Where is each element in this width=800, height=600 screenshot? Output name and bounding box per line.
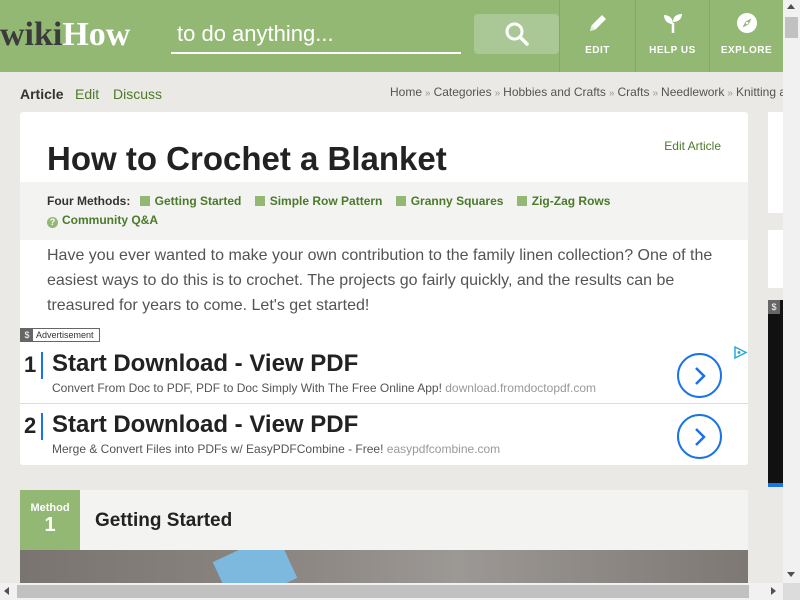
horizontal-scrollbar[interactable] xyxy=(0,583,783,600)
question-mark-icon: ? xyxy=(47,217,58,228)
logo-how: How xyxy=(62,16,131,53)
dollar-icon: $ xyxy=(21,329,33,341)
scroll-down-arrow-icon[interactable] xyxy=(787,572,795,577)
sprout-icon xyxy=(663,14,682,33)
square-bullet-icon xyxy=(254,196,265,206)
breadcrumb-separator: » xyxy=(652,88,659,99)
method-link-label: Getting Started xyxy=(154,194,242,208)
methods-label: Four Methods: xyxy=(47,194,131,208)
method-link-simple-row-pattern[interactable]: Simple Row Pattern xyxy=(254,194,383,208)
square-bullet-icon xyxy=(516,196,527,206)
ad-item[interactable]: 2 Start Download - View PDF Merge & Conv… xyxy=(20,405,748,465)
edit-button-label: EDIT xyxy=(585,45,610,56)
ad-item[interactable]: 1 Start Download - View PDF Convert From… xyxy=(20,344,748,404)
ad-number: 2 xyxy=(24,413,37,438)
article-card: How to Crochet a Blanket Edit Article Fo… xyxy=(20,112,748,465)
method-link-getting-started[interactable]: Getting Started xyxy=(139,194,242,208)
tab-article[interactable]: Article xyxy=(20,86,64,102)
edit-article-link[interactable]: Edit Article xyxy=(664,139,721,153)
method-link-zig-zag-rows[interactable]: Zig-Zag Rows xyxy=(516,194,611,208)
ad-domain: download.fromdoctopdf.com xyxy=(445,381,596,395)
method-link-label: Simple Row Pattern xyxy=(269,194,383,208)
sidebar-ad[interactable] xyxy=(768,300,783,487)
wikihow-logo[interactable]: wikiHow xyxy=(0,15,130,55)
search-icon xyxy=(505,22,529,46)
square-bullet-icon xyxy=(139,196,150,206)
breadcrumb-separator: » xyxy=(608,88,615,99)
ad-description-text: Merge & Convert Files into PDFs w/ EasyP… xyxy=(52,442,384,456)
search-input[interactable] xyxy=(171,16,461,54)
sidebar-ad-accent xyxy=(768,483,783,487)
method-badge: Method 1 xyxy=(20,490,80,550)
ad-arrow-button[interactable] xyxy=(677,353,722,398)
ad-title[interactable]: Start Download - View PDF xyxy=(52,350,358,378)
ad-number: 1 xyxy=(24,352,37,377)
scroll-left-arrow-icon[interactable] xyxy=(4,587,9,595)
ad-arrow-button[interactable] xyxy=(677,414,722,459)
article-intro: Have you ever wanted to make your own co… xyxy=(47,247,713,314)
method-link-label: Zig-Zag Rows xyxy=(531,194,611,208)
square-bullet-icon xyxy=(395,196,406,206)
help-us-button[interactable]: HELP US xyxy=(635,0,709,72)
ad-description-text: Convert From Doc to PDF, PDF to Doc Simp… xyxy=(52,381,442,395)
chevron-right-icon xyxy=(694,366,706,385)
advertisement-text: Advertisement xyxy=(36,330,94,340)
breadcrumb-home[interactable]: Home xyxy=(390,85,422,99)
article-title: How to Crochet a Blanket xyxy=(47,140,447,177)
horizontal-scroll-thumb[interactable] xyxy=(17,585,749,598)
method-word: Method xyxy=(30,502,70,514)
edit-button[interactable]: EDIT xyxy=(559,0,635,72)
breadcrumb-needlework[interactable]: Needlework xyxy=(661,85,724,99)
breadcrumb-separator: » xyxy=(727,88,733,99)
ad-divider xyxy=(41,352,43,379)
breadcrumb-categories[interactable]: Categories xyxy=(434,85,492,99)
vertical-scrollbar[interactable] xyxy=(783,0,800,583)
sidebar-box xyxy=(768,112,783,213)
explore-button[interactable]: EXPLORE xyxy=(709,0,783,72)
method-link-label: Granny Squares xyxy=(410,194,504,208)
chevron-right-icon xyxy=(694,427,706,446)
ad-divider xyxy=(41,413,43,440)
explore-button-label: EXPLORE xyxy=(720,45,773,56)
breadcrumb-hobbies-and-crafts[interactable]: Hobbies and Crafts xyxy=(503,85,606,99)
ad-description: Convert From Doc to PDF, PDF to Doc Simp… xyxy=(52,381,596,395)
logo-wiki: wiki xyxy=(0,16,63,53)
community-qa-link[interactable]: ? Community Q&A xyxy=(47,213,158,228)
scroll-right-arrow-icon[interactable] xyxy=(771,587,776,595)
vertical-scroll-thumb[interactable] xyxy=(785,17,798,38)
method-section-header: Method 1 Getting Started xyxy=(20,490,748,550)
site-header: wikiHow EDIT HELP US xyxy=(0,0,783,72)
help-us-button-label: HELP US xyxy=(649,45,696,56)
breadcrumb-separator: » xyxy=(425,88,431,99)
measuring-tape-image xyxy=(212,550,298,583)
breadcrumb-crafts[interactable]: Crafts xyxy=(617,85,649,99)
search-button[interactable] xyxy=(474,14,559,54)
scroll-up-arrow-icon[interactable] xyxy=(787,4,795,9)
scrollbar-corner xyxy=(783,583,800,600)
methods-toc: Four Methods: Getting Started Simple Row… xyxy=(20,182,748,240)
method-step-image xyxy=(20,550,748,583)
sidebar-ad-tag: $ xyxy=(768,300,780,314)
breadcrumb: Home» Categories» Hobbies and Crafts» Craft… xyxy=(390,85,786,99)
advertisement-label: $ Advertisement xyxy=(20,328,100,342)
method-link-granny-squares[interactable]: Granny Squares xyxy=(395,194,504,208)
breadcrumb-knitting[interactable]: Knitting a xyxy=(736,85,786,99)
compass-icon xyxy=(736,13,757,33)
method-number: 1 xyxy=(44,514,56,536)
ad-domain: easypdfcombine.com xyxy=(386,442,501,456)
community-qa-label: Community Q&A xyxy=(62,213,158,227)
tab-edit[interactable]: Edit xyxy=(75,86,99,102)
ad-description: Merge & Convert Files into PDFs w/ EasyP… xyxy=(52,442,500,456)
pencil-icon xyxy=(589,15,606,31)
tab-discuss[interactable]: Discuss xyxy=(113,86,162,102)
breadcrumb-separator: » xyxy=(494,88,501,99)
ad-title[interactable]: Start Download - View PDF xyxy=(52,411,358,439)
method-title: Getting Started xyxy=(95,510,233,531)
sidebar-box xyxy=(768,230,783,288)
